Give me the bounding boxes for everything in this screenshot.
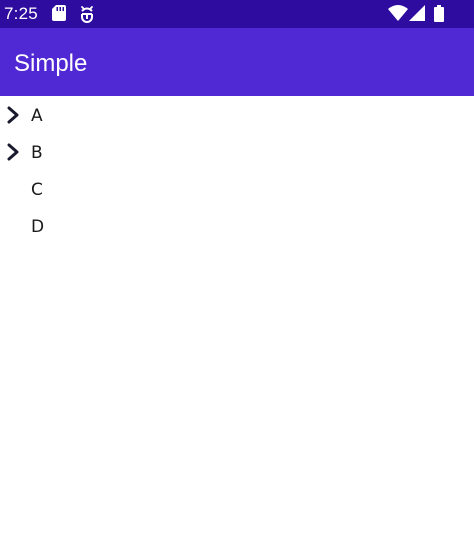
tree-item-a[interactable]: A xyxy=(0,97,474,134)
chevron-right-icon[interactable] xyxy=(6,106,20,124)
chevron-right-icon[interactable] xyxy=(6,143,20,161)
app-title: Simple xyxy=(14,50,88,77)
tree-item-label: C xyxy=(31,180,43,200)
tree-item-c[interactable]: C xyxy=(0,171,474,208)
tree-item-d[interactable]: D xyxy=(0,208,474,245)
sd-card-icon xyxy=(52,5,66,26)
battery-icon xyxy=(434,5,444,27)
debug-icon xyxy=(79,5,95,28)
wifi-icon xyxy=(388,5,408,26)
status-time: 7:25 xyxy=(4,4,38,23)
app-bar: Simple xyxy=(0,28,474,96)
tree-item-label: D xyxy=(31,217,45,237)
status-bar: 7:25 xyxy=(0,0,474,28)
tree-item-label: B xyxy=(31,143,43,163)
tree-item-label: A xyxy=(31,106,43,126)
tree-item-b[interactable]: B xyxy=(0,134,474,171)
signal-icon xyxy=(409,5,425,26)
